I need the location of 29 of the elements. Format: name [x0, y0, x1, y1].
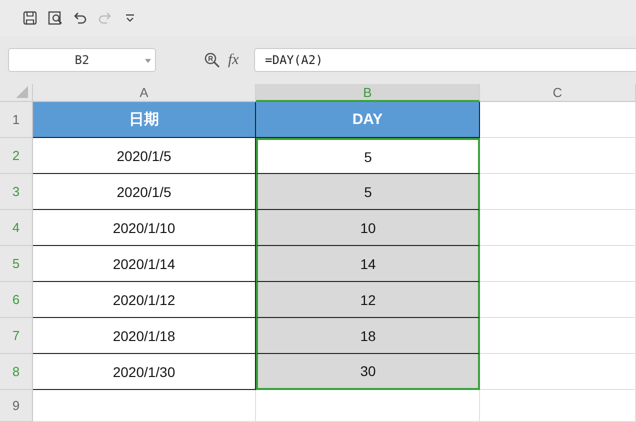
row-header[interactable]: 3 — [0, 174, 33, 210]
table-cell: 10 — [256, 210, 480, 246]
table-cell: 2020/1/5 — [33, 138, 256, 174]
zoom-icon[interactable] — [204, 52, 220, 68]
header-cell: 日期 — [33, 102, 256, 138]
row-header[interactable]: 5 — [0, 246, 33, 282]
column-header[interactable]: C — [480, 84, 636, 102]
table-cell: 30 — [256, 354, 480, 390]
row-header[interactable]: 6 — [0, 282, 33, 318]
function-label[interactable]: fx — [228, 52, 248, 68]
row-header[interactable]: 4 — [0, 210, 33, 246]
undo-icon[interactable] — [72, 10, 88, 26]
column-header[interactable]: B — [256, 84, 480, 102]
header-cell: DAY — [256, 102, 480, 138]
name-box[interactable]: B2 — [8, 48, 156, 72]
row-header[interactable]: 2 — [0, 138, 33, 174]
print-preview-icon[interactable] — [47, 10, 63, 26]
row-header[interactable]: 7 — [0, 318, 33, 354]
save-icon[interactable] — [22, 10, 38, 26]
row-header[interactable]: 9 — [0, 390, 33, 422]
row-header[interactable]: 8 — [0, 354, 33, 390]
column-header[interactable]: A — [33, 84, 256, 102]
row-header[interactable]: 1 — [0, 102, 33, 138]
table-cell: 14 — [256, 246, 480, 282]
table-cell: 18 — [256, 318, 480, 354]
caret-icon — [145, 59, 151, 63]
table-cell: 12 — [256, 282, 480, 318]
table-cell: 5 — [256, 174, 480, 210]
formula-field[interactable]: =DAY(A2) — [254, 48, 636, 72]
